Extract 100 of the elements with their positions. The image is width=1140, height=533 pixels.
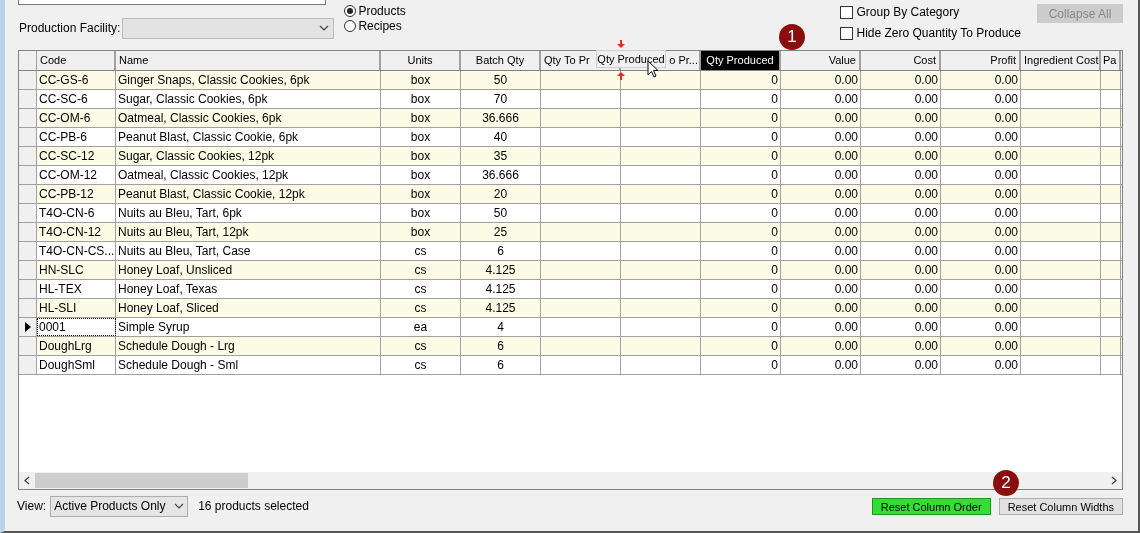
radio-option[interactable]: Products: [344, 3, 406, 18]
table-cell-text: 0.00: [994, 167, 1018, 184]
table-cell-text: 6: [497, 338, 504, 355]
table-cell-text: 20: [493, 186, 508, 203]
table-cell-text: T4O-CN-12: [39, 224, 101, 241]
table-cell-text: 0.00: [834, 281, 858, 298]
table-cell-text: 0.00: [834, 148, 858, 165]
reset-button[interactable]: Reset Column Widths: [998, 497, 1123, 515]
checkbox[interactable]: [840, 5, 854, 19]
table-cell-text: CC-GS-6: [39, 72, 89, 89]
table-cell-text: cs: [414, 338, 427, 355]
callout-badge: 2: [993, 470, 1019, 496]
table-cell-text: CC-PB-6: [39, 129, 87, 146]
radio-button[interactable]: [344, 19, 357, 32]
table-cell-text: 0.00: [994, 148, 1018, 165]
column-header[interactable]: Qty Produced: [701, 51, 781, 70]
table-cell-text: 0: [771, 148, 778, 165]
table-cell-text: 35: [493, 148, 508, 165]
table-cell-text: 0.00: [914, 262, 938, 279]
row-header[interactable]: [19, 318, 37, 336]
table-cell-text: CC-OM-12: [39, 167, 97, 184]
table-cell-text: 0.00: [994, 91, 1018, 108]
checkbox[interactable]: [840, 26, 854, 40]
table-cell-text: 0: [771, 243, 778, 260]
table-cell-text: CC-SC-12: [39, 148, 95, 165]
table-cell-text: 0001: [39, 319, 66, 336]
radio-button[interactable]: [344, 4, 357, 17]
horizontal-scrollbar[interactable]: [19, 472, 1122, 489]
table-cell-text: 0.00: [834, 300, 858, 317]
table-cell-text: 0.00: [914, 338, 938, 355]
radio-option[interactable]: Recipes: [344, 18, 406, 33]
table-cell-text: 0: [771, 262, 778, 279]
table-cell-text: 36.666: [482, 167, 519, 184]
table-cell-text: CC-SC-6: [39, 91, 88, 108]
chevron-right-icon[interactable]: [1111, 476, 1117, 485]
table-cell-text: Peanut Blast, Classic Cookie, 6pk: [118, 129, 299, 146]
table-cell-text: 36.666: [482, 110, 519, 127]
table-cell-text: 0.00: [834, 205, 858, 222]
table-cell-text: 0.00: [994, 319, 1018, 336]
table-cell-text: 0.00: [834, 224, 858, 241]
table-cell-text: 0.00: [914, 110, 938, 127]
table-cell-text: 6: [497, 357, 504, 374]
table-cell-text: Sugar, Classic Cookies, 6pk: [118, 91, 268, 108]
table-cell-text: 40: [493, 129, 508, 146]
table-cell-text: box: [410, 205, 431, 222]
table-cell-text: 0.00: [834, 319, 858, 336]
table-cell-text: 4: [497, 319, 504, 336]
table-cell-text: HL-TEX: [39, 281, 82, 298]
table-cell-text: Honey Loaf, Unsliced: [118, 262, 233, 279]
table-cell-text: 4.125: [485, 262, 516, 279]
table-cell-text: Nuits au Bleu, Tart, 12pk: [118, 224, 249, 241]
table-cell-text: 0.00: [834, 243, 858, 260]
text-field[interactable]: [18, 0, 326, 5]
selection-count: 16 products selected: [198, 498, 309, 515]
checkbox-option[interactable]: Hide Zero Quantity To Produce: [840, 25, 1021, 41]
table-cell-text: cs: [414, 300, 427, 317]
table-cell-text: box: [410, 129, 431, 146]
table-cell-text: Honey Loaf, Texas: [118, 281, 218, 298]
table-cell-text: cs: [414, 357, 427, 374]
drop-marker-icon: [617, 40, 625, 48]
table-cell-text: box: [410, 91, 431, 108]
table-cell-text: 25: [493, 224, 508, 241]
table-cell-text: Nuits au Bleu, Tart, 6pk: [118, 205, 242, 222]
table-cell-text: 0.00: [994, 205, 1018, 222]
table-cell-text: Peanut Blast, Classic Cookie, 12pk: [118, 186, 305, 203]
table-cell-text: 0: [771, 338, 778, 355]
checkbox-option[interactable]: Group By Category: [840, 4, 1021, 20]
chevron-left-icon[interactable]: [24, 476, 30, 485]
scrollbar-thumb[interactable]: [35, 473, 248, 488]
table-cell-text: 0.00: [834, 262, 858, 279]
table-cell-text: T4O-CN-6: [39, 205, 95, 222]
table-cell-text: 0.00: [994, 300, 1018, 317]
table-cell-text: 0.00: [834, 72, 858, 89]
view-dropdown[interactable]: Active Products Only: [50, 495, 189, 517]
table-cell-text: 0.00: [994, 186, 1018, 203]
table-cell-text: box: [410, 148, 431, 165]
table-cell-text: 0: [771, 281, 778, 298]
table-cell-text: 6: [497, 243, 504, 260]
table-cell-text: 0.00: [994, 224, 1018, 241]
table-cell-text: 0.00: [914, 186, 938, 203]
table-cell-text: 0.00: [834, 186, 858, 203]
drop-marker-icon: [617, 72, 625, 80]
table-cell-text: 0.00: [914, 129, 938, 146]
table-cell-text: 0.00: [914, 167, 938, 184]
table-cell-text: 0: [771, 205, 778, 222]
table-cell-text: 0: [771, 300, 778, 317]
table-cell-text: cs: [414, 262, 427, 279]
table-cell-text: 0: [771, 91, 778, 108]
table-cell-text: 0: [771, 129, 778, 146]
chevron-down-icon: [174, 503, 185, 509]
table-cell-text: 0: [771, 319, 778, 336]
table-cell-text: 0.00: [914, 243, 938, 260]
table-cell-text: 0.00: [914, 357, 938, 374]
table-cell-text: CC-PB-12: [39, 186, 94, 203]
table-cell-text: 4.125: [485, 300, 516, 317]
table-cell-text: 0.00: [834, 129, 858, 146]
reset-button[interactable]: Reset Column Order: [871, 497, 991, 515]
callout-badge: 1: [779, 24, 805, 50]
table-cell-text: 0.00: [914, 281, 938, 298]
view-label: View:: [17, 498, 47, 515]
